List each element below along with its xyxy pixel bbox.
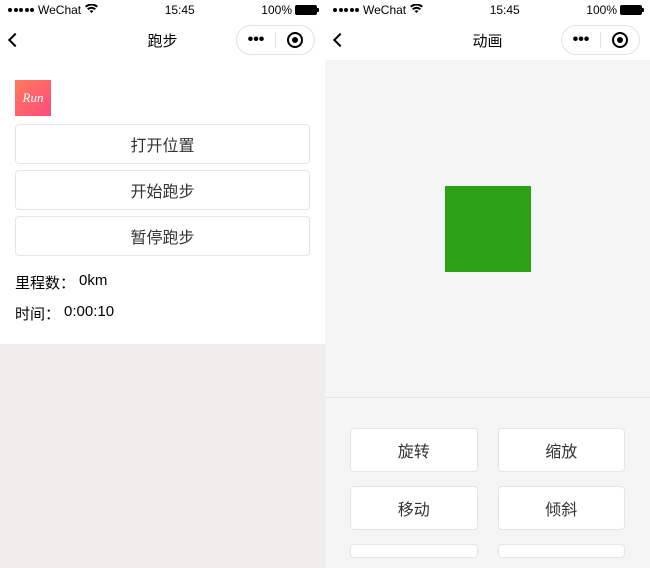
pause-run-button[interactable]: 暂停跑步 [15, 216, 310, 256]
status-time: 15:45 [165, 3, 195, 17]
wifi-icon [410, 4, 423, 17]
content-area: 旋转 缩放 移动 倾斜 [325, 60, 650, 568]
time-value: 0:00:10 [64, 303, 114, 324]
animated-box [445, 186, 531, 272]
partial-button[interactable] [350, 544, 478, 558]
close-miniprogram-button[interactable] [601, 26, 639, 54]
more-button[interactable]: ••• [237, 26, 275, 54]
animation-stage [325, 60, 650, 398]
status-right: 100% [261, 3, 317, 17]
battery-icon [620, 5, 642, 15]
capsule-menu: ••• [236, 25, 315, 55]
time-row: 时间： 0:00:10 [15, 303, 310, 324]
status-time: 15:45 [490, 3, 520, 17]
more-button[interactable]: ••• [562, 26, 600, 54]
carrier-label: WeChat [363, 3, 406, 17]
app-logo: Run [15, 80, 51, 116]
more-icon: ••• [573, 31, 590, 49]
map-view[interactable] [0, 344, 325, 568]
capsule-menu: ••• [561, 25, 640, 55]
target-icon [287, 32, 303, 48]
distance-value: 0km [79, 272, 107, 293]
animation-controls: 旋转 缩放 移动 倾斜 [325, 398, 650, 568]
back-button[interactable] [335, 35, 345, 45]
status-bar: WeChat 15:45 100% [325, 0, 650, 20]
distance-label: 里程数： [15, 272, 75, 293]
nav-bar: 跑步 ••• [0, 20, 325, 60]
target-icon [612, 32, 628, 48]
phone-right: WeChat 15:45 100% 动画 ••• 旋转 缩放 移动 倾斜 [325, 0, 650, 568]
page-title: 动画 [472, 30, 502, 51]
page-title: 跑步 [147, 30, 177, 51]
phone-left: WeChat 15:45 100% 跑步 ••• Run 打开位置 开始跑步 暂… [0, 0, 325, 568]
close-miniprogram-button[interactable] [276, 26, 314, 54]
back-button[interactable] [10, 35, 20, 45]
status-bar: WeChat 15:45 100% [0, 0, 325, 20]
status-right: 100% [586, 3, 642, 17]
stats-panel: 里程数： 0km 时间： 0:00:10 [0, 262, 325, 344]
rotate-button[interactable]: 旋转 [350, 428, 478, 472]
battery-percent: 100% [261, 3, 292, 17]
logo-text: Run [23, 90, 44, 106]
carrier-label: WeChat [38, 3, 81, 17]
battery-percent: 100% [586, 3, 617, 17]
action-button-group: 打开位置 开始跑步 暂停跑步 [0, 124, 325, 262]
move-button[interactable]: 移动 [350, 486, 478, 530]
status-left: WeChat [8, 3, 98, 17]
partial-button[interactable] [498, 544, 626, 558]
wifi-icon [85, 4, 98, 17]
distance-row: 里程数： 0km [15, 272, 310, 293]
battery-icon [295, 5, 317, 15]
content-area: Run 打开位置 开始跑步 暂停跑步 里程数： 0km 时间： 0:00:10 [0, 60, 325, 568]
start-run-button[interactable]: 开始跑步 [15, 170, 310, 210]
scale-button[interactable]: 缩放 [498, 428, 626, 472]
nav-bar: 动画 ••• [325, 20, 650, 60]
time-label: 时间： [15, 303, 60, 324]
skew-button[interactable]: 倾斜 [498, 486, 626, 530]
more-icon: ••• [248, 31, 265, 49]
chevron-left-icon [8, 33, 22, 47]
open-location-button[interactable]: 打开位置 [15, 124, 310, 164]
signal-dots-icon [333, 8, 359, 12]
signal-dots-icon [8, 8, 34, 12]
chevron-left-icon [333, 33, 347, 47]
status-left: WeChat [333, 3, 423, 17]
